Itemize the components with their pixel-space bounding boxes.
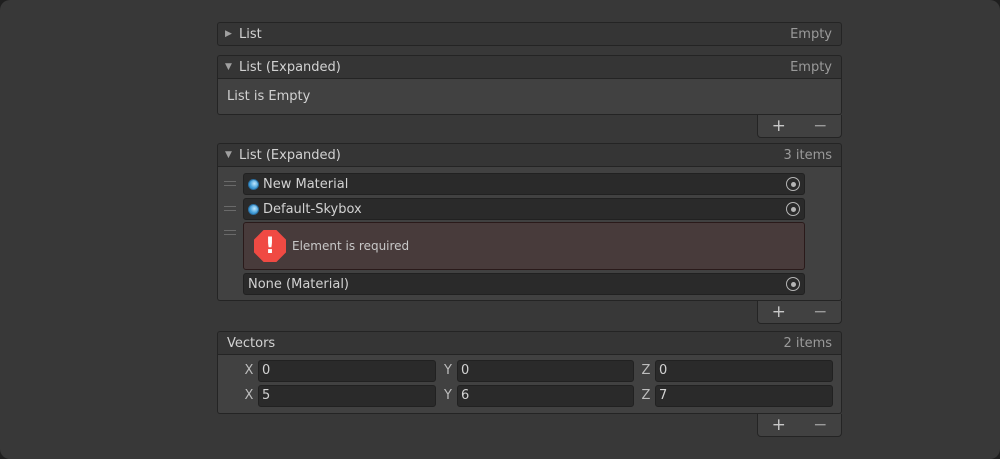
list-title: Vectors — [227, 335, 276, 351]
list-header[interactable]: ▼ List (Expanded) Empty — [217, 55, 842, 79]
z-label: Z — [641, 388, 651, 403]
list-title: List (Expanded) — [239, 147, 341, 163]
error-message: Element is required — [292, 239, 410, 253]
remove-button[interactable]: − — [813, 116, 827, 136]
x-label: X — [244, 363, 254, 378]
expand-triangle-icon[interactable]: ▶ — [225, 29, 239, 39]
y-field[interactable]: 0 — [457, 360, 634, 382]
list-item: ! Element is required None (Material) — [218, 222, 841, 295]
list-body: New Material Default-Skybox ! Element is … — [217, 167, 842, 301]
object-picker-icon[interactable] — [786, 277, 800, 291]
x-field[interactable]: 0 — [258, 360, 436, 382]
drag-handle-icon[interactable] — [224, 206, 236, 211]
z-field[interactable]: 0 — [655, 360, 833, 382]
list-body: X0 Y0 Z0 X5 Y6 Z7 — [217, 355, 842, 414]
list-header[interactable]: ▼ List (Expanded) 3 items — [217, 143, 842, 167]
object-field[interactable]: Default-Skybox — [243, 198, 805, 220]
list-collapsed: ▶ List Empty — [217, 22, 842, 46]
list-footer: + − — [757, 115, 842, 138]
drag-handle-icon[interactable] — [224, 181, 236, 186]
list-header[interactable]: Vectors 2 items — [217, 331, 842, 355]
list-count: 3 items — [783, 147, 832, 163]
remove-button[interactable]: − — [813, 415, 827, 435]
material-icon — [248, 203, 259, 215]
object-name: New Material — [263, 176, 349, 192]
vector-row: X0 Y0 Z0 — [218, 360, 841, 382]
y-field[interactable]: 6 — [457, 385, 634, 407]
list-count: Empty — [790, 59, 832, 75]
list-title: List — [239, 26, 262, 42]
x-field[interactable]: 5 — [258, 385, 436, 407]
add-button[interactable]: + — [772, 302, 786, 322]
material-icon — [248, 178, 259, 190]
add-button[interactable]: + — [772, 415, 786, 435]
inspector-window: ▶ List Empty ▼ List (Expanded) Empty List is… — [0, 0, 1000, 459]
error-icon: ! — [254, 230, 286, 262]
z-label: Z — [641, 363, 651, 378]
list-header[interactable]: ▶ List Empty — [217, 22, 842, 46]
z-field[interactable]: 7 — [655, 385, 833, 407]
collapse-triangle-icon[interactable]: ▼ — [225, 62, 239, 72]
list-item: Default-Skybox — [218, 198, 841, 220]
y-label: Y — [444, 363, 452, 378]
object-picker-icon[interactable] — [786, 177, 800, 191]
y-label: Y — [444, 388, 452, 403]
x-label: X — [244, 388, 254, 403]
vectors-list: Vectors 2 items X0 Y0 Z0 X5 Y6 Z7 + − — [217, 331, 842, 437]
object-picker-icon[interactable] — [786, 202, 800, 216]
list-expanded-empty: ▼ List (Expanded) Empty List is Empty + − — [217, 55, 842, 138]
vector-row: X5 Y6 Z7 — [218, 385, 841, 407]
list-count: 2 items — [783, 335, 832, 351]
drag-handle-icon[interactable] — [224, 230, 236, 235]
object-name: None (Material) — [248, 276, 350, 292]
empty-text: List is Empty — [227, 89, 311, 104]
object-field[interactable]: None (Material) — [243, 273, 805, 295]
object-name: Default-Skybox — [263, 201, 362, 217]
list-footer: + − — [757, 414, 842, 437]
list-expanded-materials: ▼ List (Expanded) 3 items New Material Def… — [217, 143, 842, 324]
add-button[interactable]: + — [772, 116, 786, 136]
object-field[interactable]: New Material — [243, 173, 805, 195]
list-footer: + − — [757, 301, 842, 324]
collapse-triangle-icon[interactable]: ▼ — [225, 150, 239, 160]
list-item: New Material — [218, 173, 841, 195]
list-count: Empty — [790, 26, 832, 42]
error-box: ! Element is required — [243, 222, 805, 270]
remove-button[interactable]: − — [813, 302, 827, 322]
list-title: List (Expanded) — [239, 59, 341, 75]
list-body: List is Empty — [217, 79, 842, 115]
